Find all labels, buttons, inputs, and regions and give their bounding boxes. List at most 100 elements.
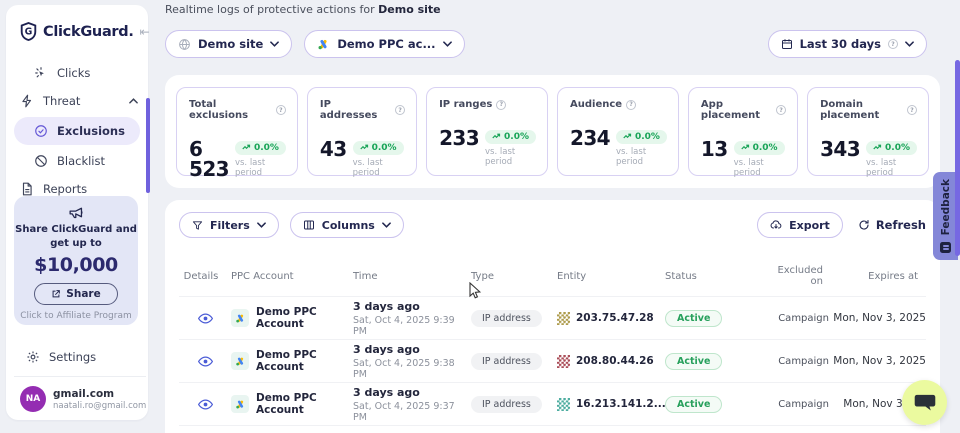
info-icon[interactable] bbox=[776, 105, 786, 115]
chat-widget-button[interactable] bbox=[902, 380, 947, 425]
table-row[interactable]: Demo PPC Account 3 days agoSat, Oct 4, 2… bbox=[179, 339, 926, 382]
stat-value: 233 bbox=[439, 128, 479, 148]
col-header-details: Details bbox=[179, 271, 231, 282]
info-icon[interactable] bbox=[626, 100, 636, 110]
view-details-eye-icon[interactable] bbox=[198, 313, 213, 324]
excluded-on-value: Campaign bbox=[769, 313, 831, 324]
export-button[interactable]: Export bbox=[757, 212, 843, 238]
stat-label: App placement bbox=[701, 99, 772, 121]
info-icon[interactable] bbox=[276, 105, 286, 115]
info-icon[interactable] bbox=[496, 100, 506, 110]
entity-value: 208.80.44.26 bbox=[576, 355, 654, 367]
account-name: gmail.com bbox=[53, 388, 146, 400]
view-details-eye-icon[interactable] bbox=[198, 399, 213, 410]
chevron-down-icon bbox=[443, 41, 452, 47]
stat-sub: vs. last period bbox=[485, 147, 536, 167]
excluded-on-value: Campaign bbox=[769, 399, 831, 410]
date-range-dropdown[interactable]: Last 30 days bbox=[768, 30, 927, 58]
clicks-icon bbox=[34, 66, 48, 80]
time-relative: 3 days ago bbox=[353, 386, 471, 399]
affiliate-promo-card[interactable]: Share ClickGuard and get up to $10,000 S… bbox=[14, 196, 138, 325]
sidebar-item-exclusions[interactable]: Exclusions bbox=[14, 117, 140, 145]
blocked-icon bbox=[34, 154, 48, 168]
table-row[interactable]: 3 days ago bbox=[179, 425, 926, 433]
col-header-ppc: PPC Account bbox=[231, 271, 353, 282]
trend-up-icon bbox=[741, 144, 750, 151]
view-details-eye-icon[interactable] bbox=[198, 356, 213, 367]
sidebar-item-label: Exclusions bbox=[57, 124, 130, 138]
stat-card-app-placement: App placement 13 0.0% vs. last period bbox=[688, 87, 798, 176]
account-email: naatali.ro@gmail.com bbox=[53, 401, 146, 411]
clickguard-logo-icon: G bbox=[20, 22, 37, 41]
share-button[interactable]: Share bbox=[34, 283, 117, 305]
settings-label: Settings bbox=[49, 350, 96, 364]
sidebar-item-blacklist[interactable]: Blacklist bbox=[6, 147, 148, 175]
calendar-icon bbox=[781, 38, 793, 50]
stat-label: IP ranges bbox=[439, 99, 492, 110]
stat-delta-badge: 0.0% bbox=[235, 141, 286, 155]
page-scrollbar[interactable] bbox=[955, 60, 960, 256]
sidebar-collapse-icon[interactable]: ⇤ bbox=[140, 25, 150, 39]
entity-value: 203.75.47.28 bbox=[576, 312, 654, 324]
external-link-icon bbox=[51, 289, 61, 299]
col-header-type: Type bbox=[471, 271, 557, 282]
sidebar-item-label: Threat bbox=[43, 94, 120, 108]
sidebar-item-clicks[interactable]: Clicks bbox=[6, 59, 148, 87]
sidebar-item-settings[interactable]: Settings bbox=[20, 346, 102, 368]
avatar: NA bbox=[20, 386, 46, 412]
col-header-time: Time bbox=[353, 271, 471, 282]
stat-card-ip-addresses: IP addresses 43 0.0% vs. last period bbox=[307, 87, 417, 176]
excluded-on-value: Campaign bbox=[769, 356, 831, 367]
ppc-account-name: Demo PPC Account bbox=[256, 349, 353, 373]
stat-card-audience: Audience 234 0.0% vs. last period bbox=[557, 87, 679, 176]
divider bbox=[14, 376, 146, 377]
chevron-up-icon bbox=[129, 98, 138, 104]
entity-identicon bbox=[557, 398, 570, 411]
stat-card-domain-placement: Domain placement 343 0.0% vs. last perio… bbox=[807, 87, 929, 176]
logs-table-panel: Filters Columns Export Refresh Details P… bbox=[165, 200, 940, 433]
filters-dropdown[interactable]: Filters bbox=[179, 212, 279, 238]
sidebar-item-threat[interactable]: Threat bbox=[6, 87, 148, 115]
table-header-row: Details PPC Account Time Type Entity Sta… bbox=[179, 265, 926, 296]
time-relative: 3 days ago bbox=[353, 300, 471, 313]
document-icon bbox=[20, 182, 34, 196]
chevron-down-icon bbox=[382, 222, 391, 228]
sidebar-item-label: Clicks bbox=[57, 66, 138, 80]
stat-label: Total exclusions bbox=[189, 99, 272, 121]
chevron-down-icon bbox=[905, 41, 914, 47]
type-badge: IP address bbox=[471, 353, 542, 370]
columns-dropdown[interactable]: Columns bbox=[290, 212, 404, 238]
trend-up-icon bbox=[873, 144, 882, 151]
stat-label: IP addresses bbox=[320, 99, 391, 121]
refresh-button[interactable]: Refresh bbox=[858, 218, 926, 232]
time-absolute: Sat, Oct 4, 2025 9:39 PM bbox=[353, 315, 471, 337]
stat-delta-badge: 0.0% bbox=[734, 141, 785, 155]
stat-sub: vs. last period bbox=[866, 158, 917, 178]
trend-up-icon bbox=[360, 144, 369, 151]
sidebar-item-label: Blacklist bbox=[57, 154, 138, 168]
stat-delta-badge: 0.0% bbox=[485, 130, 536, 144]
google-ads-icon bbox=[317, 38, 330, 51]
sidebar-scrollbar[interactable] bbox=[146, 98, 150, 193]
stat-sub: vs. last period bbox=[235, 158, 286, 178]
site-filter-dropdown[interactable]: Demo site bbox=[165, 30, 292, 58]
ppc-account-filter-dropdown[interactable]: Demo PPC ac... bbox=[304, 30, 464, 58]
table-row[interactable]: Demo PPC Account 3 days agoSat, Oct 4, 2… bbox=[179, 296, 926, 339]
col-header-entity: Entity bbox=[557, 271, 665, 282]
account-switcher[interactable]: NA gmail.com naatali.ro@gmail.com bbox=[20, 386, 144, 412]
globe-icon bbox=[178, 38, 191, 51]
google-ads-icon bbox=[231, 395, 249, 413]
info-icon[interactable] bbox=[395, 105, 405, 115]
promo-amount: $10,000 bbox=[14, 254, 138, 276]
info-icon[interactable] bbox=[907, 105, 917, 115]
help-icon bbox=[888, 39, 898, 49]
page-title-site: Demo site bbox=[378, 3, 440, 16]
stat-card-total-exclusions: Total exclusions 6 523 0.0% vs. last per… bbox=[176, 87, 298, 176]
table-row[interactable]: Demo PPC Account 3 days agoSat, Oct 4, 2… bbox=[179, 382, 926, 425]
col-header-expires-at: Expires at bbox=[831, 271, 926, 282]
stat-delta-badge: 0.0% bbox=[353, 141, 404, 155]
expires-at-value: Mon, Nov 3, 2025 bbox=[831, 355, 926, 367]
stat-label: Domain placement bbox=[820, 99, 903, 121]
stat-sub: vs. last period bbox=[734, 158, 787, 178]
brand-name: ClickGuard. bbox=[43, 24, 134, 40]
